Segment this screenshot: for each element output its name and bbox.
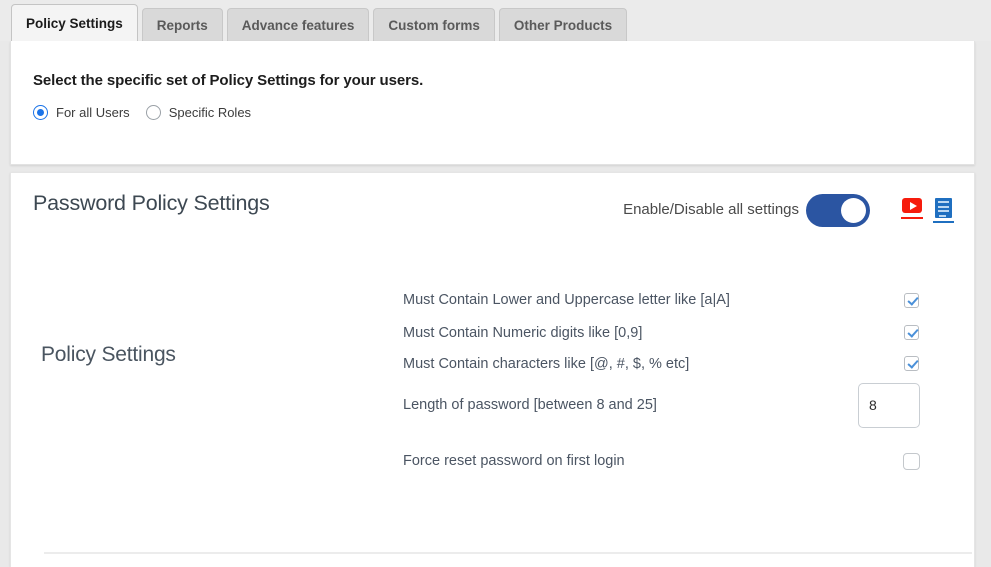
checkbox-force-reset[interactable] bbox=[903, 453, 920, 470]
help-media-links bbox=[901, 198, 954, 223]
scope-radio-group: For all Users Specific Roles bbox=[33, 105, 251, 120]
scope-selection-panel: Select the specific set of Policy Settin… bbox=[10, 41, 975, 165]
enable-all-label: Enable/Disable all settings bbox=[623, 201, 799, 218]
policy-settings-group-label: Policy Settings bbox=[41, 343, 176, 367]
policy-label: Must Contain characters like [@, #, $, %… bbox=[403, 356, 689, 372]
password-length-input[interactable] bbox=[858, 383, 920, 428]
policy-row-force-reset: Force reset password on first login bbox=[403, 431, 948, 491]
policy-label: Must Contain Numeric digits like [0,9] bbox=[403, 325, 642, 341]
policy-row-lower-upper: Must Contain Lower and Uppercase letter … bbox=[403, 283, 948, 317]
checkbox-special-chars[interactable] bbox=[904, 356, 919, 371]
radio-specific-roles-label: Specific Roles bbox=[169, 105, 251, 120]
policy-label: Must Contain Lower and Uppercase letter … bbox=[403, 292, 730, 308]
tab-policy-settings[interactable]: Policy Settings bbox=[11, 4, 138, 41]
doc-help-link[interactable] bbox=[933, 198, 954, 223]
toggle-knob bbox=[841, 198, 866, 223]
tab-other-products[interactable]: Other Products bbox=[499, 8, 627, 41]
page-title: Password Policy Settings bbox=[33, 191, 270, 216]
video-help-link[interactable] bbox=[901, 198, 923, 219]
radio-specific-roles[interactable]: Specific Roles bbox=[146, 105, 251, 120]
radio-indicator-icon bbox=[33, 105, 48, 120]
tab-custom-forms[interactable]: Custom forms bbox=[373, 8, 495, 41]
radio-indicator-icon bbox=[146, 105, 161, 120]
tab-list: Policy Settings Reports Advance features… bbox=[11, 4, 627, 41]
document-underline bbox=[933, 221, 954, 223]
policy-label: Length of password [between 8 and 25] bbox=[403, 397, 657, 413]
policy-label: Force reset password on first login bbox=[403, 453, 625, 469]
radio-for-all-users-label: For all Users bbox=[56, 105, 130, 120]
radio-for-all-users[interactable]: For all Users bbox=[33, 105, 130, 120]
enable-all-toggle[interactable] bbox=[806, 194, 870, 227]
password-policy-panel: Password Policy Settings Enable/Disable … bbox=[10, 172, 975, 567]
youtube-icon bbox=[902, 198, 922, 213]
tab-reports[interactable]: Reports bbox=[142, 8, 223, 41]
document-icon bbox=[935, 198, 952, 218]
policy-rows: Must Contain Lower and Uppercase letter … bbox=[403, 283, 948, 491]
checkbox-lower-upper[interactable] bbox=[904, 293, 919, 308]
tab-advance-features[interactable]: Advance features bbox=[227, 8, 370, 41]
tab-bar: Policy Settings Reports Advance features… bbox=[0, 0, 991, 41]
youtube-underline bbox=[901, 217, 923, 219]
scope-heading: Select the specific set of Policy Settin… bbox=[33, 72, 423, 89]
section-divider bbox=[44, 552, 972, 554]
policy-row-special-chars: Must Contain characters like [@, #, $, %… bbox=[403, 348, 948, 379]
policy-row-length: Length of password [between 8 and 25] bbox=[403, 379, 948, 431]
checkbox-numeric[interactable] bbox=[904, 325, 919, 340]
policy-row-numeric: Must Contain Numeric digits like [0,9] bbox=[403, 317, 948, 348]
